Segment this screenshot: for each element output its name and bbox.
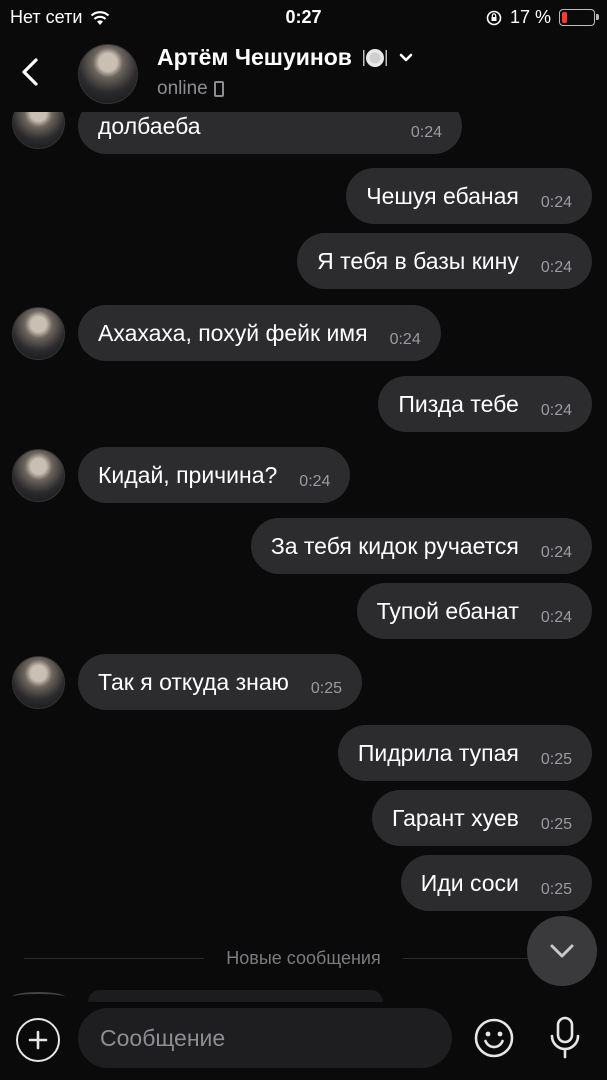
message-time: 0:24: [299, 473, 331, 490]
plate-icon: [362, 48, 387, 67]
message-time: 0:24: [540, 402, 572, 419]
battery-percent: 17 %: [509, 7, 551, 27]
status-bar: Нет сети 0:27 17 %: [0, 0, 607, 34]
message-time: 0:24: [540, 194, 572, 211]
message-text: Ахахаха, похуй фейк имя: [98, 319, 368, 346]
rotation-lock-icon: [486, 10, 502, 25]
message-text: Пидрила тупая: [357, 739, 519, 766]
message-bubble[interactable]: Тупой ебанат 0:24: [356, 583, 592, 639]
new-messages-divider: Новые сообщения: [0, 946, 607, 970]
message-bubble[interactable]: долбаеба 0:24: [78, 112, 462, 154]
message-list[interactable]: долбаеба 0:24 Чешуя ебаная 0:24 Я тебя в…: [0, 112, 607, 1002]
battery-level: [562, 12, 568, 23]
smile-icon[interactable]: [472, 1016, 516, 1060]
message-time: 0:24: [540, 259, 572, 276]
message-time: 0:24: [389, 331, 421, 348]
message-time: 0:25: [540, 751, 572, 768]
message-text: долбаеба: [98, 112, 201, 139]
contact-avatar[interactable]: [78, 44, 138, 104]
phone-icon: [213, 81, 224, 97]
sender-avatar[interactable]: [12, 656, 65, 709]
scroll-down-button[interactable]: [527, 916, 597, 986]
sender-avatar: [12, 992, 65, 1002]
battery-icon: [559, 9, 599, 26]
message-time: 0:25: [540, 881, 572, 898]
sender-avatar[interactable]: [12, 112, 65, 149]
new-messages-label: Новые сообщения: [226, 947, 381, 968]
message-bubble[interactable]: Пидрила тупая 0:25: [337, 725, 592, 781]
chevron-down-icon: [550, 944, 574, 958]
message-text: Я тебя в базы кину: [317, 247, 519, 274]
presence-row: online: [157, 78, 224, 100]
message-bubble[interactable]: Пизда тебе 0:24: [378, 376, 592, 432]
message-input[interactable]: Сообщение: [78, 1008, 452, 1068]
composer-bar: Сообщение: [0, 1002, 607, 1080]
message-time: 0:25: [310, 680, 343, 697]
message-bubble[interactable]: Ахахаха, похуй фейк имя 0:24: [78, 305, 441, 361]
message-bubble[interactable]: Чешуя ебаная 0:24: [346, 168, 592, 224]
sender-avatar[interactable]: [12, 449, 65, 502]
message-text: Иди соси: [420, 869, 519, 896]
message-text: Тупой ебанат: [376, 597, 519, 624]
message-bubble: [88, 990, 383, 1002]
chat-header: Артём Чешуинов online: [0, 34, 607, 112]
contact-name: Артём Чешуинов: [157, 44, 352, 70]
mic-icon[interactable]: [545, 1014, 585, 1062]
message-time: 0:24: [540, 544, 572, 561]
message-bubble[interactable]: Так я откуда знаю 0:25: [78, 654, 363, 710]
message-text: Кидай, причина?: [98, 461, 278, 488]
message-text: Пизда тебе: [398, 390, 519, 417]
message-bubble[interactable]: Иди соси 0:25: [400, 855, 592, 911]
message-bubble[interactable]: За тебя кидок ручается 0:24: [250, 518, 592, 574]
sender-avatar[interactable]: [12, 307, 65, 360]
contact-name-row[interactable]: Артём Чешуинов: [157, 44, 414, 71]
attach-button[interactable]: [16, 1018, 60, 1062]
message-bubble[interactable]: Гарант хуев 0:25: [371, 790, 592, 846]
plus-icon: [28, 1030, 48, 1050]
message-time: 0:24: [410, 124, 442, 141]
message-time: 0:24: [540, 609, 572, 626]
message-text: Гарант хуев: [391, 804, 519, 831]
chevron-down-icon[interactable]: [398, 52, 414, 64]
divider-line: [24, 957, 205, 959]
message-time: 0:25: [540, 816, 572, 833]
message-text: Чешуя ебаная: [366, 182, 519, 209]
message-bubble[interactable]: Кидай, причина? 0:24: [78, 447, 351, 503]
presence-status: online: [157, 78, 208, 99]
chevron-left-icon[interactable]: [14, 50, 48, 94]
message-text: Так я откуда знаю: [98, 668, 289, 695]
message-bubble[interactable]: Я тебя в базы кину 0:24: [297, 233, 592, 289]
message-text: За тебя кидок ручается: [270, 532, 519, 559]
